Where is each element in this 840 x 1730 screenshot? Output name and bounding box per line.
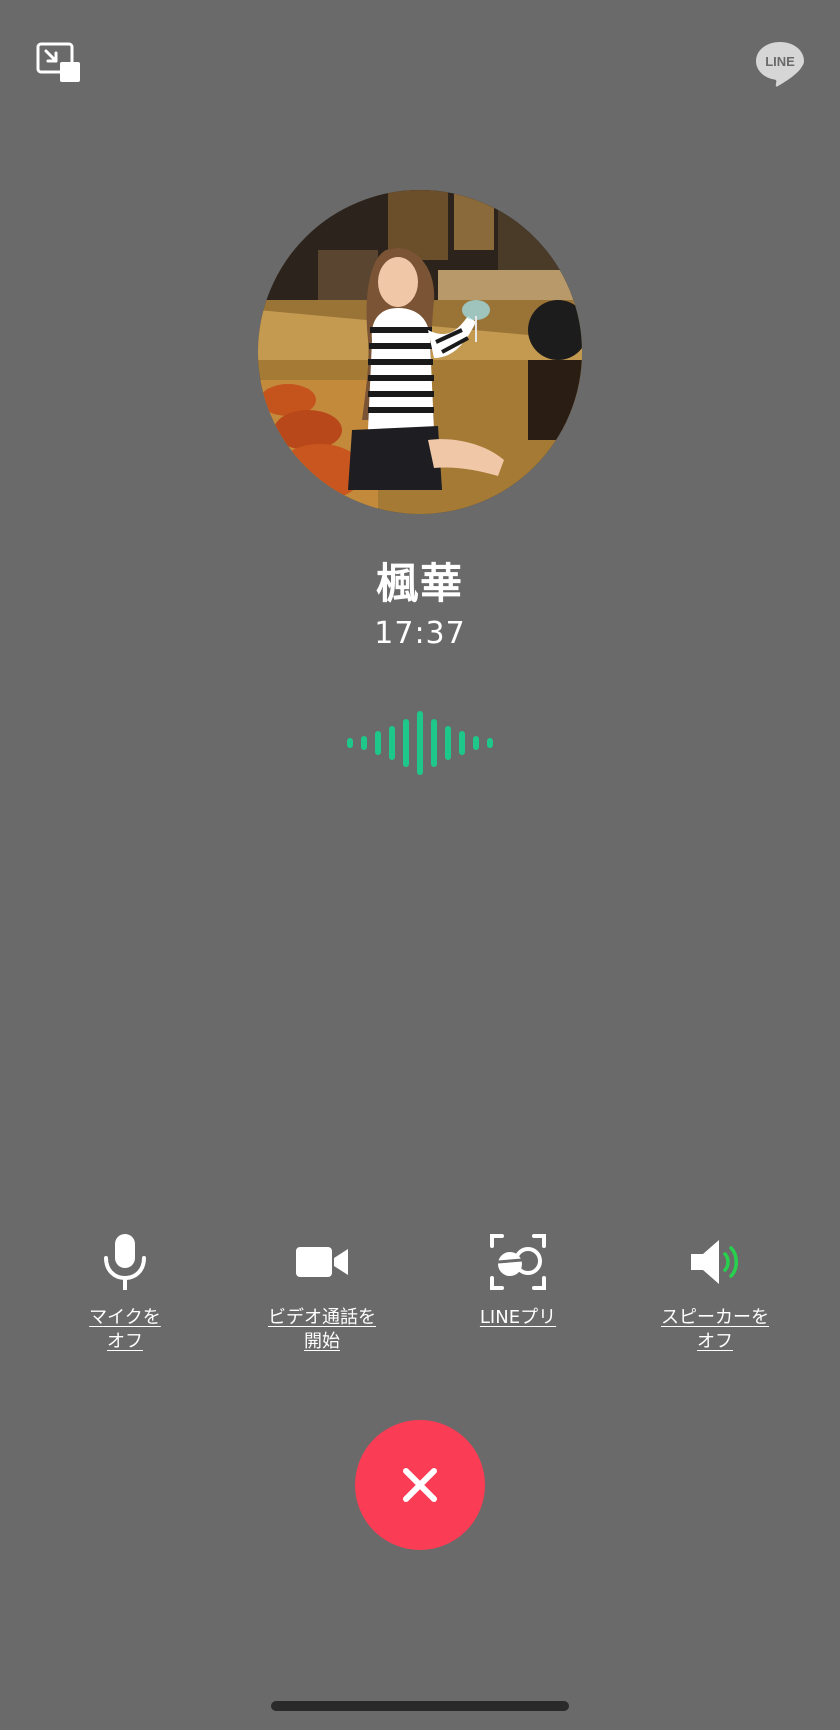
close-icon (403, 1468, 437, 1502)
line-logo: LINE (754, 38, 806, 90)
microphone-icon (104, 1234, 146, 1290)
caller-avatar (258, 190, 582, 514)
face-filter-icon (490, 1234, 546, 1290)
start-video-call-button[interactable]: ビデオ通話を 開始 (237, 1230, 407, 1354)
line-puri-filter-button[interactable]: LINEプリ (433, 1230, 603, 1330)
home-indicator[interactable] (271, 1701, 569, 1711)
video-camera-icon (296, 1247, 348, 1277)
speaker-off-button[interactable]: スピーカーを オフ (630, 1230, 800, 1354)
mute-mic-label: マイクを オフ (89, 1307, 161, 1352)
end-call-button[interactable] (355, 1420, 485, 1550)
caller-name: 楓華 (375, 559, 464, 608)
voice-activity-icon (345, 710, 495, 776)
call-duration: 17:37 (374, 616, 466, 651)
call-controls: マイクを オフ ビデオ通話を 開始 LINEプリ スピーカーを オフ (0, 1230, 840, 1360)
line-puri-filter-label: LINEプリ (479, 1307, 557, 1328)
speaker-icon (691, 1240, 738, 1284)
speaker-off-label: スピーカーを オフ (661, 1307, 769, 1352)
svg-text:LINE: LINE (765, 54, 795, 69)
start-video-call-label: ビデオ通話を 開始 (268, 1307, 376, 1352)
minimize-call-button[interactable] (36, 42, 82, 84)
mute-mic-button[interactable]: マイクを オフ (40, 1230, 210, 1354)
picture-in-picture-icon (36, 42, 80, 82)
